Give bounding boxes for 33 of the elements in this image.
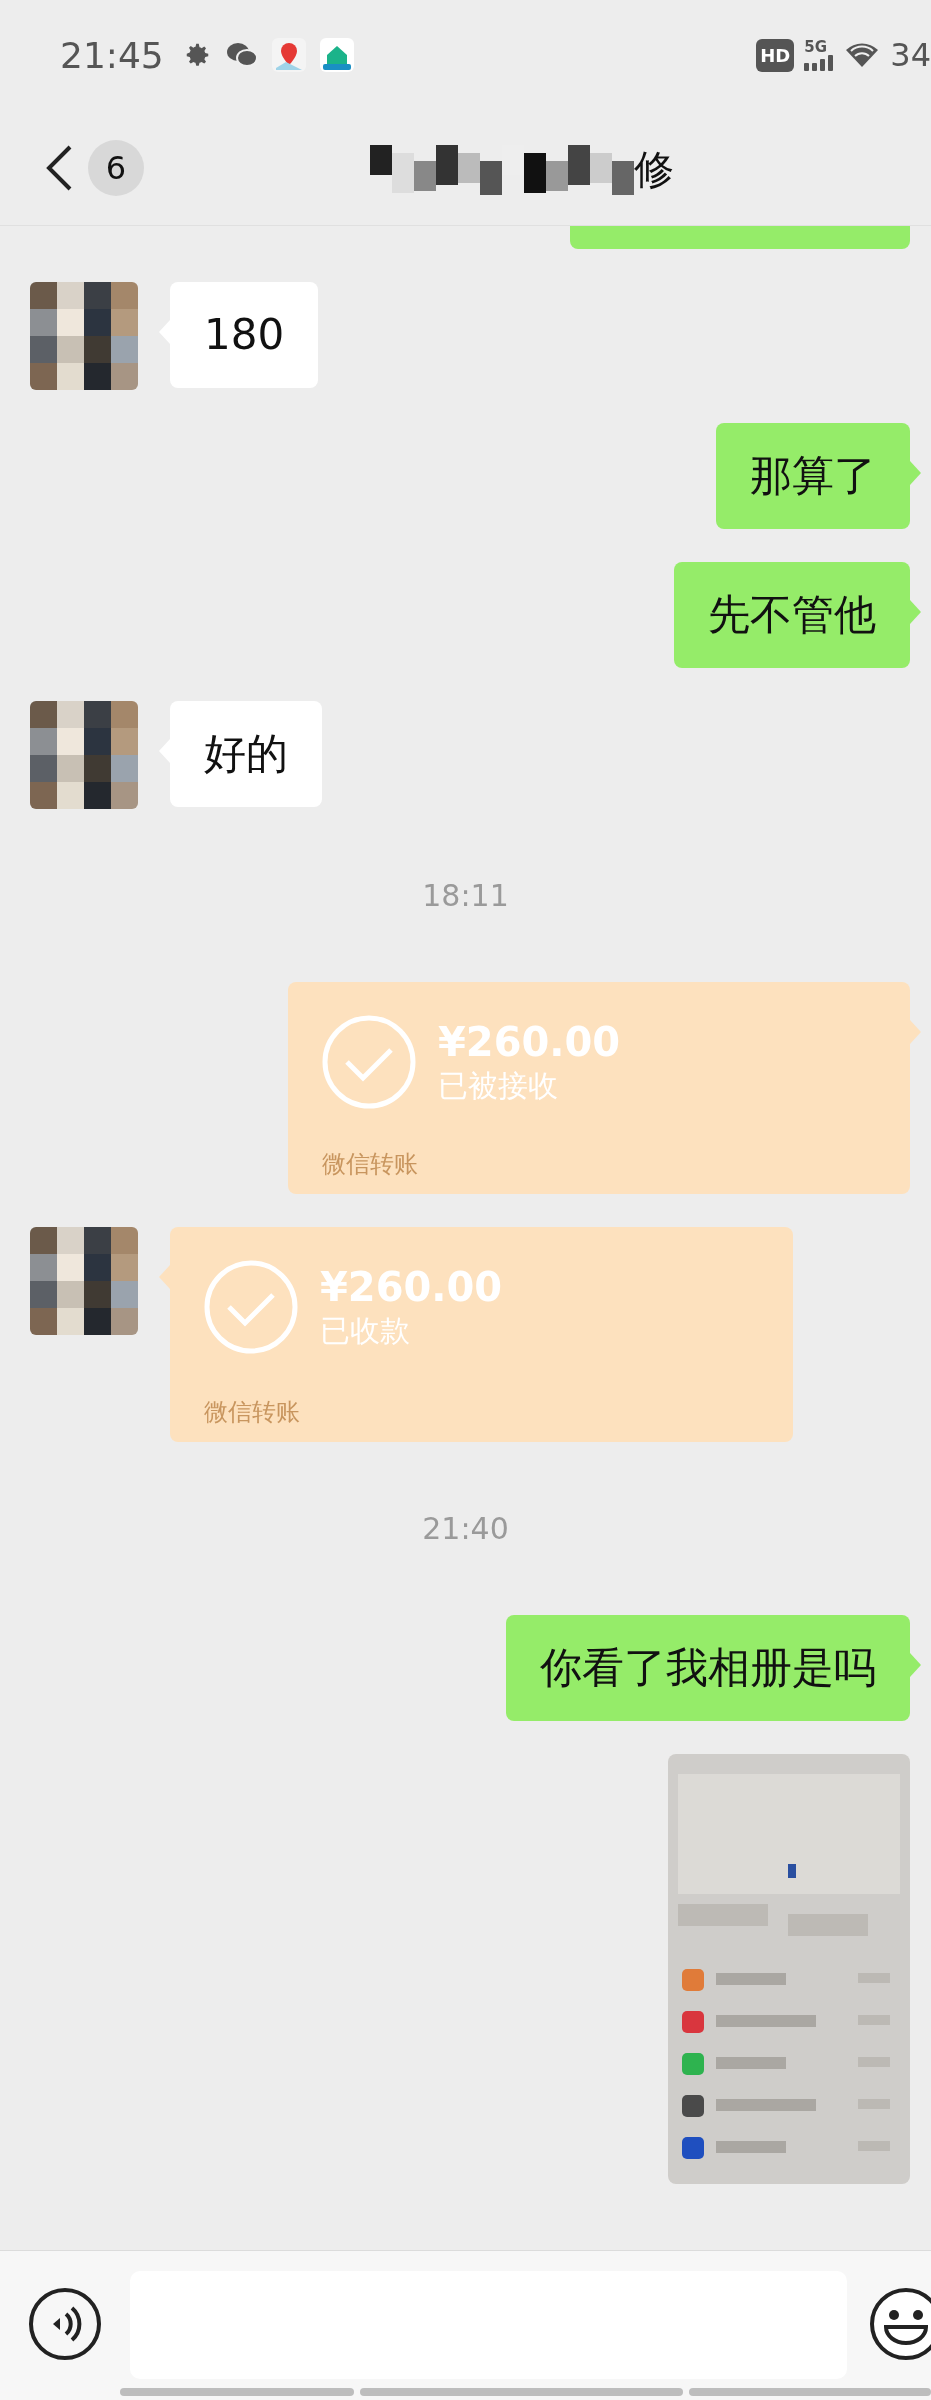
transfer-amount: ¥260.00 — [320, 1263, 503, 1311]
message-bubble: 好的 — [170, 701, 322, 807]
signal-icon — [804, 54, 835, 71]
chat-title: 修 — [634, 145, 674, 194]
message-bubble: 那算了 — [716, 423, 910, 529]
battery-level: 34 — [890, 36, 931, 74]
transfer-status: 已收款 — [320, 1312, 411, 1350]
house-icon — [319, 38, 354, 72]
bubble-tail — [910, 461, 921, 485]
timestamp: 18:11 — [422, 878, 509, 913]
bubble-tail — [910, 1020, 921, 1044]
transfer-card[interactable]: ¥260.00 已收款 微信转账 — [170, 1227, 793, 1442]
check-circle-icon — [322, 1015, 416, 1109]
back-icon — [44, 143, 74, 192]
check-circle-icon — [204, 1260, 298, 1354]
transfer-label: 微信转账 — [322, 1149, 418, 1180]
message-bubble: 先不管他 — [674, 562, 910, 668]
transfer-label: 微信转账 — [204, 1397, 300, 1428]
map-pin-icon — [271, 38, 306, 72]
timestamp: 21:40 — [422, 1511, 509, 1546]
transfer-status: 已被接收 — [438, 1067, 559, 1105]
message-bubble: 180 — [170, 282, 319, 388]
wifi-icon — [844, 41, 881, 69]
transfer-amount: ¥260.00 — [438, 1018, 621, 1066]
voice-icon — [28, 2287, 102, 2361]
unread-count-badge[interactable]: 6 — [88, 139, 144, 196]
bubble-tail — [910, 1653, 921, 1677]
message-bubble: 你看了我相册是吗 — [506, 1615, 910, 1721]
bubble-tail — [910, 600, 921, 624]
network-label: 5G — [804, 39, 828, 55]
hd-badge: HD — [756, 38, 795, 72]
transfer-card[interactable]: ¥260.00 已被接收 微信转账 — [288, 982, 910, 1194]
clock-time: 21:45 — [60, 34, 164, 76]
